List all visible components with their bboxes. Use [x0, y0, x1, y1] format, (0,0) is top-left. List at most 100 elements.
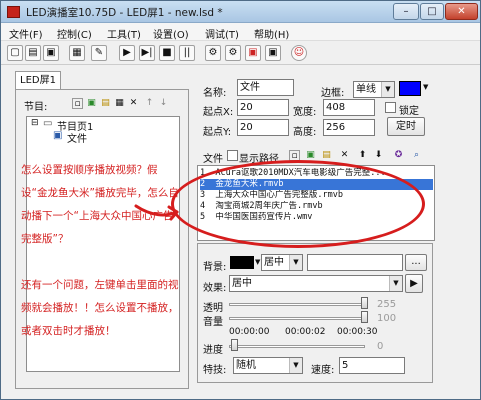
border-label: 边框:: [321, 88, 345, 99]
background-align-select[interactable]: 居中 ▼: [261, 254, 303, 271]
browse-button[interactable]: ...: [405, 254, 427, 271]
new-icon[interactable]: ▢: [7, 45, 23, 61]
transparency-value: 255: [377, 299, 397, 310]
move-down-icon[interactable]: ↓: [158, 98, 169, 109]
annotation-text: 怎么设置按顺序播放视频？假设“金龙鱼大米”播放完毕，怎么自动播下一个“上海大众中…: [21, 159, 179, 343]
menu-settings[interactable]: 设置(O): [153, 26, 189, 41]
transparency-label: 透明: [203, 303, 223, 314]
minimize-button[interactable]: –: [393, 3, 419, 20]
program-label: 节目:: [24, 102, 48, 113]
special-effect-value: 随机: [236, 360, 256, 371]
search-icon[interactable]: ⌕: [411, 150, 422, 161]
add-text-icon[interactable]: ▤: [100, 98, 111, 109]
effect-label: 效果:: [203, 283, 227, 294]
menu-bar: 文件(F) 控制(C) 工具(T) 设置(O) 调试(T) 帮助(H): [1, 23, 480, 41]
stop-icon[interactable]: ■: [159, 45, 175, 61]
toolbar: ▢ ▤ ▣ ▦ ✎ ▶ ▶| ■ || ⚙ ⚙ ▣ ▣ ☺: [1, 41, 480, 65]
chevron-down-icon: ▼: [289, 358, 302, 373]
progress-value: 0: [377, 341, 384, 352]
border-color-swatch[interactable]: [399, 81, 421, 96]
menu-tools[interactable]: 工具(T): [107, 26, 141, 41]
title-bar[interactable]: LED演播室10.75D - LED屏1 - new.lsd * – □ ✕: [1, 1, 480, 23]
special-effect-select[interactable]: 随机 ▼: [233, 357, 303, 374]
delete-icon[interactable]: ✕: [128, 98, 139, 109]
loop-icon[interactable]: ✪: [393, 150, 404, 161]
move-up-icon[interactable]: ⬆: [357, 150, 368, 161]
origin-y-label: 起点Y:: [203, 127, 232, 138]
background-align-value: 居中: [264, 257, 284, 268]
highlight-circle: [171, 160, 425, 248]
name-label: 名称:: [203, 88, 227, 99]
effect-select[interactable]: 居中 ▼: [229, 275, 403, 292]
speed-label: 速度:: [311, 365, 335, 376]
help-face-icon[interactable]: ☺: [291, 45, 307, 61]
screen-check-icon[interactable]: ⚙: [225, 45, 241, 61]
step-icon[interactable]: ▶|: [139, 45, 155, 61]
progress-thumb[interactable]: [231, 339, 238, 351]
video-file-icon: ▣: [53, 130, 63, 141]
menu-file[interactable]: 文件(F): [9, 26, 43, 41]
tab-led-screen[interactable]: LED屏1: [15, 71, 61, 90]
add-file-icon[interactable]: ▣: [86, 98, 97, 109]
preview-play-button[interactable]: ▶: [405, 274, 423, 293]
open-icon[interactable]: ▤: [25, 45, 41, 61]
pause-icon[interactable]: ||: [179, 45, 195, 61]
background-color-swatch[interactable]: [230, 256, 254, 269]
menu-control[interactable]: 控制(C): [57, 26, 92, 41]
file-label: 文件: [203, 154, 223, 165]
collapse-icon[interactable]: ⊟: [31, 118, 39, 128]
width-label: 宽度:: [293, 107, 317, 118]
time-end: 00:00:30: [337, 327, 378, 337]
tree-file-item[interactable]: 文件: [67, 130, 87, 145]
special-effect-label: 特技:: [203, 365, 227, 376]
screen-red-icon[interactable]: ▣: [245, 45, 261, 61]
name-field[interactable]: 文件: [237, 79, 294, 96]
border-select-value: 单线: [356, 84, 376, 95]
background-path-field[interactable]: [307, 254, 403, 271]
screen-send-icon[interactable]: ⚙: [205, 45, 221, 61]
tool-icon[interactable]: ✎: [91, 45, 107, 61]
height-field[interactable]: 256: [323, 119, 375, 136]
origin-y-field[interactable]: 20: [237, 119, 289, 136]
maximize-button[interactable]: □: [420, 3, 444, 20]
play-icon[interactable]: ▶: [119, 45, 135, 61]
annotation-body: 怎么设置按顺序播放视频？假设“金龙鱼大米”播放完毕，怎么自动播下一个“上海大众中…: [21, 164, 179, 337]
chevron-down-icon[interactable]: ▼: [423, 83, 428, 91]
delete-file-icon[interactable]: ✕: [339, 150, 350, 161]
app-icon: [7, 6, 20, 18]
edit-icon[interactable]: ▦: [69, 45, 85, 61]
transparency-slider[interactable]: [229, 303, 365, 306]
menu-debug[interactable]: 调试(T): [205, 26, 239, 41]
progress-slider[interactable]: [229, 345, 365, 348]
border-select[interactable]: 单线 ▼: [353, 81, 395, 98]
show-path-checkbox[interactable]: [227, 150, 238, 161]
chevron-down-icon: ▼: [289, 255, 302, 270]
origin-x-field[interactable]: 20: [237, 99, 289, 116]
move-down-icon[interactable]: ⬇: [373, 150, 384, 161]
background-label: 背景:: [203, 262, 227, 273]
menu-help[interactable]: 帮助(H): [254, 26, 289, 41]
add-image-icon[interactable]: ▦: [114, 98, 125, 109]
add-folder-icon[interactable]: ▤: [321, 150, 332, 161]
lock-label: 锁定: [399, 106, 419, 117]
chevron-down-icon: ▼: [389, 276, 402, 291]
volume-thumb[interactable]: [361, 311, 368, 323]
close-button[interactable]: ✕: [445, 3, 478, 20]
chevron-down-icon[interactable]: ▼: [255, 258, 260, 266]
time-current: 00:00:02: [285, 327, 326, 337]
lock-checkbox[interactable]: [385, 102, 396, 113]
page-icon: ▭: [43, 118, 53, 129]
width-field[interactable]: 408: [323, 99, 375, 116]
save-icon[interactable]: ▣: [43, 45, 59, 61]
app-window: LED演播室10.75D - LED屏1 - new.lsd * – □ ✕ 文…: [0, 0, 481, 400]
transparency-thumb[interactable]: [361, 297, 368, 309]
volume-slider[interactable]: [229, 317, 365, 320]
add-page-icon[interactable]: ▫: [72, 98, 83, 109]
screen-set-icon[interactable]: ▣: [265, 45, 281, 61]
effect-select-value: 居中: [232, 278, 252, 289]
timing-button[interactable]: 定时: [387, 117, 425, 136]
progress-label: 进度: [203, 345, 223, 356]
volume-value: 100: [377, 313, 397, 324]
move-up-icon[interactable]: ↑: [144, 98, 155, 109]
speed-field[interactable]: 5: [339, 357, 405, 374]
